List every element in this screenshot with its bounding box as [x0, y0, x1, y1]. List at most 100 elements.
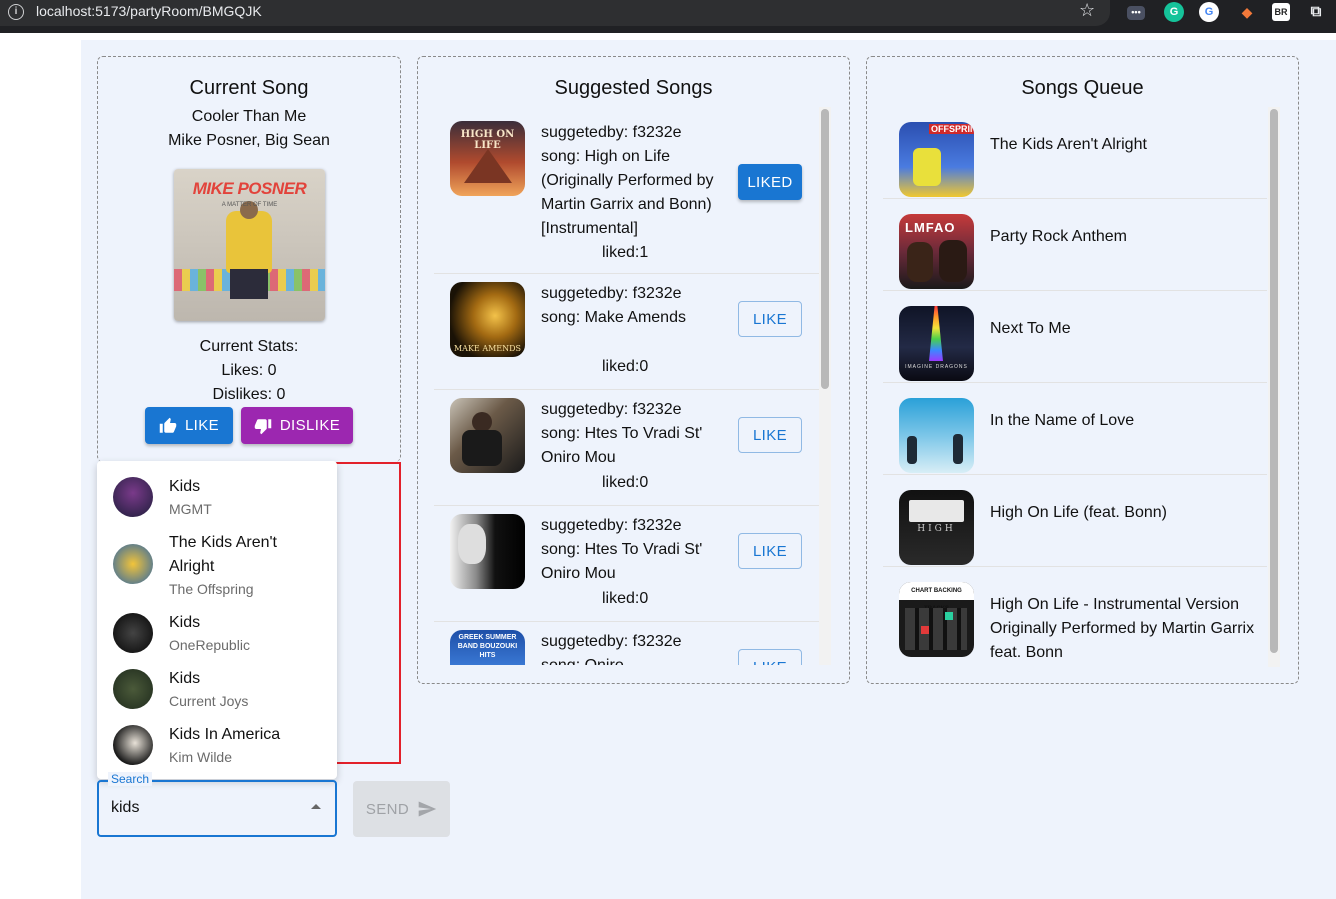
suggested-liked-count: liked:0	[602, 590, 649, 607]
suggested-song-item: suggetedby: f3232e song: Htes To Vradi S…	[434, 506, 820, 622]
suggested-by: suggetedby: f3232e	[541, 124, 682, 141]
art-text: OFFSPRING	[929, 124, 974, 134]
search-option[interactable]: Kids In America Kim Wilde	[97, 709, 337, 765]
art-figure	[913, 148, 941, 186]
queue-scrollbar-thumb[interactable]	[1270, 109, 1278, 653]
option-avatar	[113, 613, 153, 653]
art-face	[458, 524, 486, 564]
suggested-song-item: suggetedby: f3232e song: Htes To Vradi S…	[434, 390, 820, 506]
art-text: GREEK SUMMER BAND BOUZOUKI HITS	[457, 634, 518, 659]
search-input-value[interactable]: kids	[111, 799, 139, 817]
like-suggestion-button[interactable]: LIKE	[738, 649, 802, 665]
art-screen	[909, 500, 964, 522]
extension-fox-icon[interactable]: ◆	[1237, 2, 1257, 22]
dislike-button[interactable]: DISLIKE	[241, 407, 353, 444]
current-song-panel: Current Song Cooler Than Me Mike Posner,…	[97, 56, 401, 462]
suggested-by: suggetedby: f3232e	[541, 633, 682, 650]
thumb-down-icon	[254, 418, 272, 434]
suggested-song-name: song: Htes To Vradi St' Oniro Mou	[541, 425, 703, 466]
art-text: IMAGINE DRAGONS	[905, 364, 968, 370]
search-option[interactable]: Kids Current Joys	[97, 653, 337, 709]
option-artist: MGMT	[169, 501, 212, 517]
suggested-songs-panel: Suggested Songs HIGH ON LIFE suggetedby:…	[417, 56, 850, 684]
art-pad-red	[921, 626, 929, 634]
search-option[interactable]: Kids OneRepublic	[97, 597, 337, 653]
suggested-song-item: HIGH ON LIFE suggetedby: f3232e song: Hi…	[434, 107, 820, 274]
art-spectrum	[929, 306, 943, 361]
queue-item[interactable]: In the Name of Love	[883, 383, 1267, 475]
suggested-songs-list[interactable]: HIGH ON LIFE suggetedby: f3232e song: Hi…	[434, 107, 820, 665]
art-body	[462, 430, 502, 466]
queue-item[interactable]: HIGH High On Life (feat. Bonn)	[883, 475, 1267, 567]
option-avatar	[113, 544, 153, 584]
suggested-scrollbar[interactable]	[819, 107, 831, 665]
suggested-scrollbar-thumb[interactable]	[821, 109, 829, 389]
queue-item[interactable]: LMFAO Party Rock Anthem	[883, 199, 1267, 291]
liked-button[interactable]: LIKED	[738, 164, 802, 200]
queue-song-art: OFFSPRING	[899, 122, 974, 197]
send-button-label: SEND	[365, 800, 410, 818]
suggested-song-name: song: High on Life (Originally Performed…	[541, 148, 714, 237]
search-option[interactable]: Kids MGMT	[97, 461, 337, 517]
send-button[interactable]: SEND	[353, 781, 450, 837]
search-option[interactable]: The Kids Aren't Alright The Offspring	[97, 517, 337, 597]
suggested-song-art: MAKE AMENDS	[450, 282, 525, 357]
songs-queue-heading: Songs Queue	[1021, 77, 1144, 99]
dropdown-caret-icon[interactable]	[311, 804, 321, 809]
suggested-song-art: HIGH ON LIFE	[450, 121, 525, 196]
queue-song-title: The Kids Aren't Alright	[990, 136, 1147, 153]
queue-song-art	[899, 398, 974, 473]
queue-item[interactable]: IMAGINE DRAGONS Next To Me	[883, 291, 1267, 383]
search-input[interactable]: kids	[97, 780, 337, 837]
dislike-button-label: DISLIKE	[279, 417, 341, 434]
suggested-songs-heading: Suggested Songs	[554, 77, 713, 99]
art-pads	[905, 608, 967, 650]
queue-song-title: Party Rock Anthem	[990, 228, 1127, 245]
album-art-figure	[226, 211, 272, 273]
suggested-by: suggetedby: f3232e	[541, 401, 682, 418]
option-artist: Kim Wilde	[169, 749, 233, 765]
current-song-title: Cooler Than Me	[191, 108, 307, 125]
queue-song-title: Next To Me	[990, 320, 1071, 337]
queue-item[interactable]: OFFSPRING The Kids Aren't Alright	[883, 107, 1267, 199]
suggested-liked-count: liked:1	[602, 244, 649, 261]
songs-queue-list[interactable]: OFFSPRING The Kids Aren't Alright LMFAO …	[883, 107, 1267, 667]
queue-scrollbar[interactable]	[1268, 107, 1280, 667]
art-text: HIGH ON LIFE	[460, 129, 515, 151]
queue-song-art: HIGH	[899, 490, 974, 565]
art-head	[472, 412, 492, 432]
dislikes-count: Dislikes: 0	[212, 386, 286, 403]
suggested-song-name: song: Oniro	[541, 654, 731, 665]
suggested-song-art	[450, 398, 525, 473]
art-person	[939, 240, 967, 282]
like-suggestion-button[interactable]: LIKE	[738, 417, 802, 453]
queue-song-art: LMFAO	[899, 214, 974, 289]
option-artist: Current Joys	[169, 693, 249, 709]
google-translate-icon[interactable]: G	[1199, 2, 1219, 22]
url-text[interactable]: localhost:5173/partyRoom/BMGQJK	[36, 3, 262, 19]
extension-br-icon[interactable]: BR	[1272, 3, 1290, 21]
album-art-title: MIKE POSNER	[192, 179, 307, 198]
suggested-liked-count: liked:0	[602, 358, 649, 375]
browser-toolbar: i localhost:5173/partyRoom/BMGQJK ☆ ••• …	[0, 0, 1336, 33]
like-suggestion-button[interactable]: LIKE	[738, 301, 802, 337]
address-bar[interactable]: i localhost:5173/partyRoom/BMGQJK ☆	[0, 0, 1110, 26]
bookmark-star-icon[interactable]: ☆	[1079, 0, 1095, 21]
highlight-outline	[331, 462, 401, 764]
extensions-puzzle-icon[interactable]: ⧉	[1306, 2, 1326, 22]
option-title: Kids In America	[169, 726, 281, 743]
like-button[interactable]: LIKE	[145, 407, 233, 444]
queue-item[interactable]: CHART BACKING TRACKS High On Life - Inst…	[883, 567, 1267, 667]
option-avatar	[113, 477, 153, 517]
queue-song-title: In the Name of Love	[990, 412, 1135, 429]
site-info-icon[interactable]: i	[8, 4, 24, 20]
suggested-liked-count: liked:0	[602, 474, 649, 491]
extension-dots-icon[interactable]: •••	[1127, 6, 1145, 20]
current-song-heading: Current Song	[189, 77, 309, 99]
queue-song-art: CHART BACKING TRACKS	[899, 582, 974, 657]
like-suggestion-button[interactable]: LIKE	[738, 533, 802, 569]
search-suggestions-dropdown: Kids MGMT The Kids Aren't Alright The Of…	[97, 461, 337, 779]
grammarly-icon[interactable]: G	[1164, 2, 1184, 22]
thumb-up-icon	[159, 417, 177, 433]
option-avatar	[113, 669, 153, 709]
